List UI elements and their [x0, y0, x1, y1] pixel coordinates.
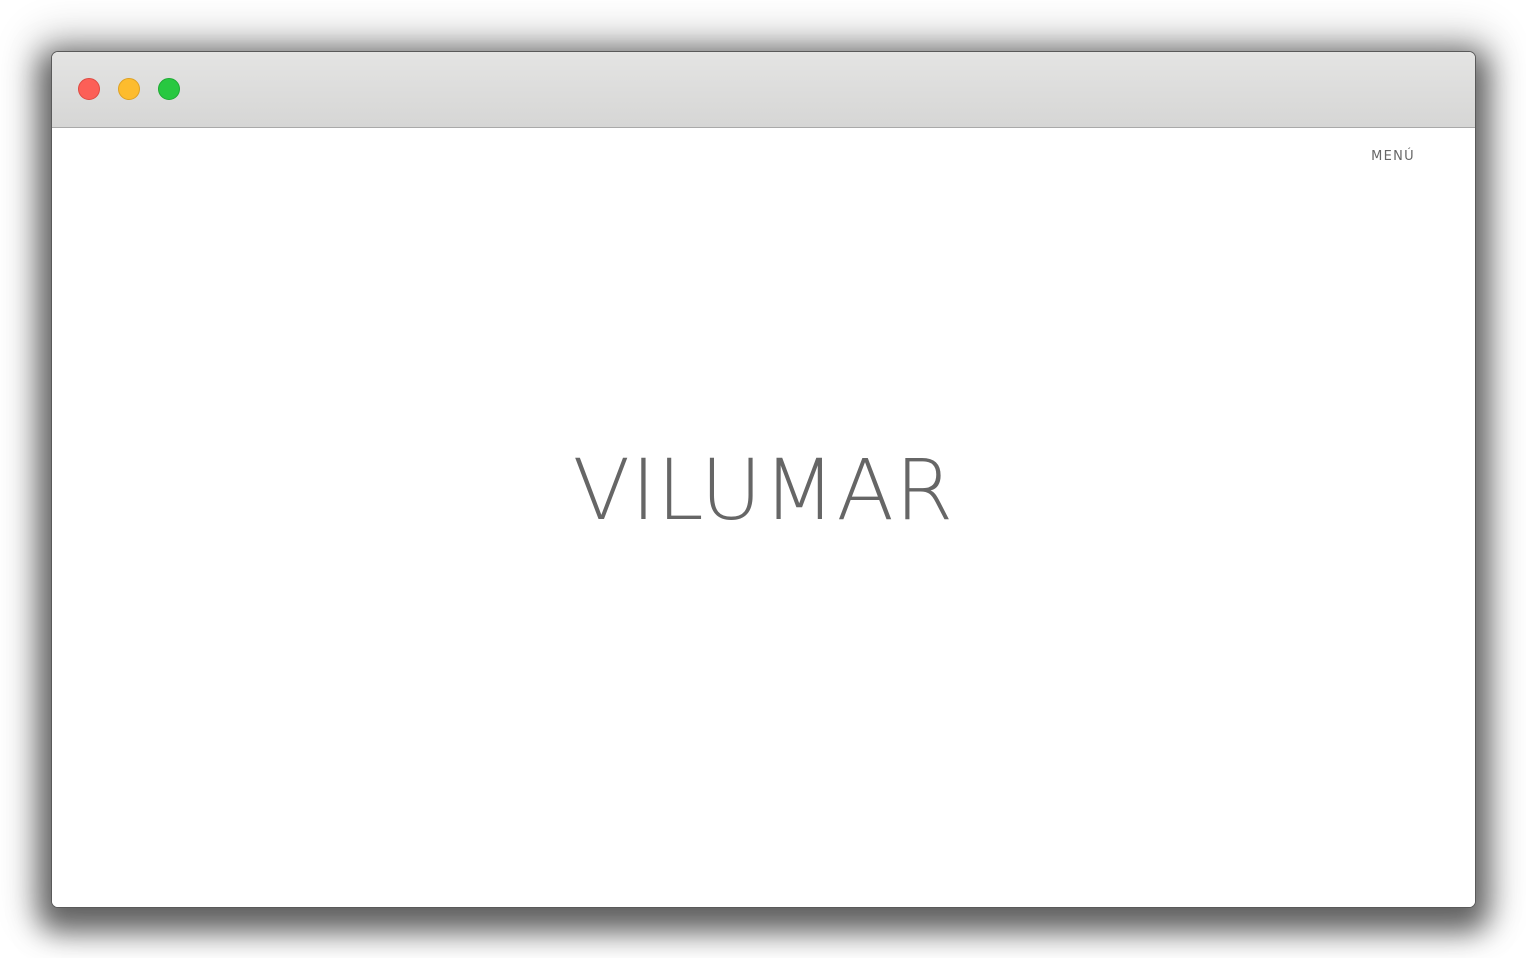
menu-link[interactable]: MENÚ	[1371, 149, 1415, 164]
browser-window: MENÚ VILUMAR	[51, 51, 1476, 908]
brand-title: VILUMAR	[572, 441, 955, 539]
screenshot-stage: MENÚ VILUMAR	[0, 0, 1526, 958]
close-button[interactable]	[78, 78, 100, 100]
maximize-button[interactable]	[158, 78, 180, 100]
page-content: MENÚ VILUMAR	[52, 128, 1475, 907]
window-titlebar[interactable]	[52, 52, 1475, 128]
minimize-button[interactable]	[118, 78, 140, 100]
